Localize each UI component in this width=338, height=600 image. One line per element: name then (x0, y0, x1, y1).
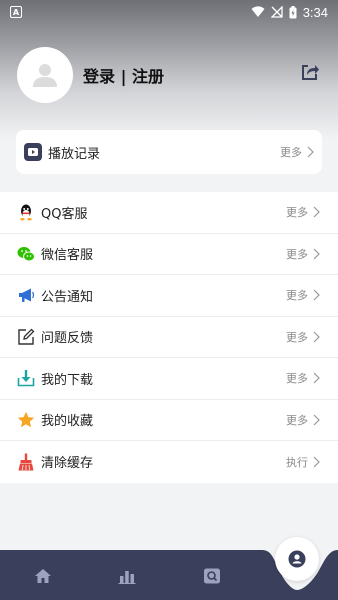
list-item-wechat-service[interactable]: 微信客服 更多 (0, 234, 338, 275)
list-item-label: QQ客服 (41, 206, 88, 222)
more-label: 更多 (280, 146, 302, 159)
more-label: 更多 (286, 330, 308, 344)
list-item-more[interactable]: 更多 (286, 287, 320, 303)
home-icon[interactable] (34, 568, 52, 584)
list-item-label: 清除缓存 (41, 456, 94, 472)
play-history-more[interactable]: 更多 (280, 144, 314, 160)
more-label: 更多 (286, 289, 308, 303)
menu-list: QQ客服 更多 微信客服 更多 公告通知 更多 问题反馈 更多 我的下载 更多 … (0, 192, 338, 483)
list-item-feedback[interactable]: 问题反馈 更多 (0, 317, 338, 358)
chevron-right-icon (313, 414, 320, 426)
login-register-link[interactable]: 登录 | 注册 (83, 63, 164, 87)
more-label: 更多 (286, 247, 308, 261)
star-icon (17, 411, 35, 428)
chevron-right-icon (313, 289, 320, 301)
user-icon (288, 550, 306, 568)
list-item-more[interactable]: 更多 (286, 246, 320, 262)
share-icon[interactable] (300, 62, 320, 82)
list-item-label: 微信客服 (41, 248, 94, 264)
list-item-more[interactable]: 更多 (286, 329, 320, 345)
wifi-icon (251, 6, 265, 17)
chevron-right-icon (313, 206, 320, 218)
user-placeholder-icon (33, 64, 57, 87)
play-history-card[interactable]: 播放记录 更多 (16, 130, 322, 174)
chevron-right-icon (313, 372, 320, 384)
more-label: 更多 (286, 413, 308, 427)
qq-icon (20, 204, 32, 221)
wechat-icon (17, 246, 35, 262)
chevron-right-icon (313, 331, 320, 343)
more-label: 执行 (286, 455, 308, 469)
play-history-icon (24, 143, 42, 161)
chevron-right-icon (313, 456, 320, 468)
list-item-qq-service[interactable]: QQ客服 更多 (0, 192, 338, 234)
search-icon[interactable] (203, 568, 221, 584)
list-item-label: 我的收藏 (41, 414, 94, 430)
list-item-label: 我的下载 (41, 372, 94, 388)
list-item-downloads[interactable]: 我的下载 更多 (0, 358, 338, 400)
profile-section: 登录 | 注册 (17, 47, 164, 103)
more-label: 更多 (286, 372, 308, 386)
edit-icon (18, 328, 35, 345)
list-item-more[interactable]: 更多 (286, 204, 320, 220)
list-item-announcements[interactable]: 公告通知 更多 (0, 275, 338, 317)
profile-tab-button[interactable] (275, 537, 319, 581)
list-item-more[interactable]: 执行 (286, 454, 320, 470)
list-item-more[interactable]: 更多 (286, 370, 320, 386)
more-label: 更多 (286, 206, 308, 220)
ranking-icon[interactable] (118, 568, 136, 584)
status-time: 3:34 (302, 4, 328, 20)
download-icon (17, 370, 35, 387)
broom-icon (18, 453, 34, 471)
battery-icon (289, 5, 297, 18)
chevron-right-icon (313, 248, 320, 260)
list-item-favorites[interactable]: 我的收藏 更多 (0, 400, 338, 441)
avatar[interactable] (17, 47, 73, 103)
notification-icon: A (10, 6, 22, 18)
list-item-label: 问题反馈 (41, 331, 94, 347)
megaphone-icon (19, 288, 35, 303)
chevron-right-icon (307, 146, 314, 158)
list-item-label: 公告通知 (41, 289, 94, 305)
play-history-label: 播放记录 (48, 146, 101, 162)
status-bar: A 3:34 (0, 0, 338, 24)
list-item-clear-cache[interactable]: 清除缓存 执行 (0, 441, 338, 483)
no-signal-icon (270, 6, 283, 18)
list-item-more[interactable]: 更多 (286, 412, 320, 428)
